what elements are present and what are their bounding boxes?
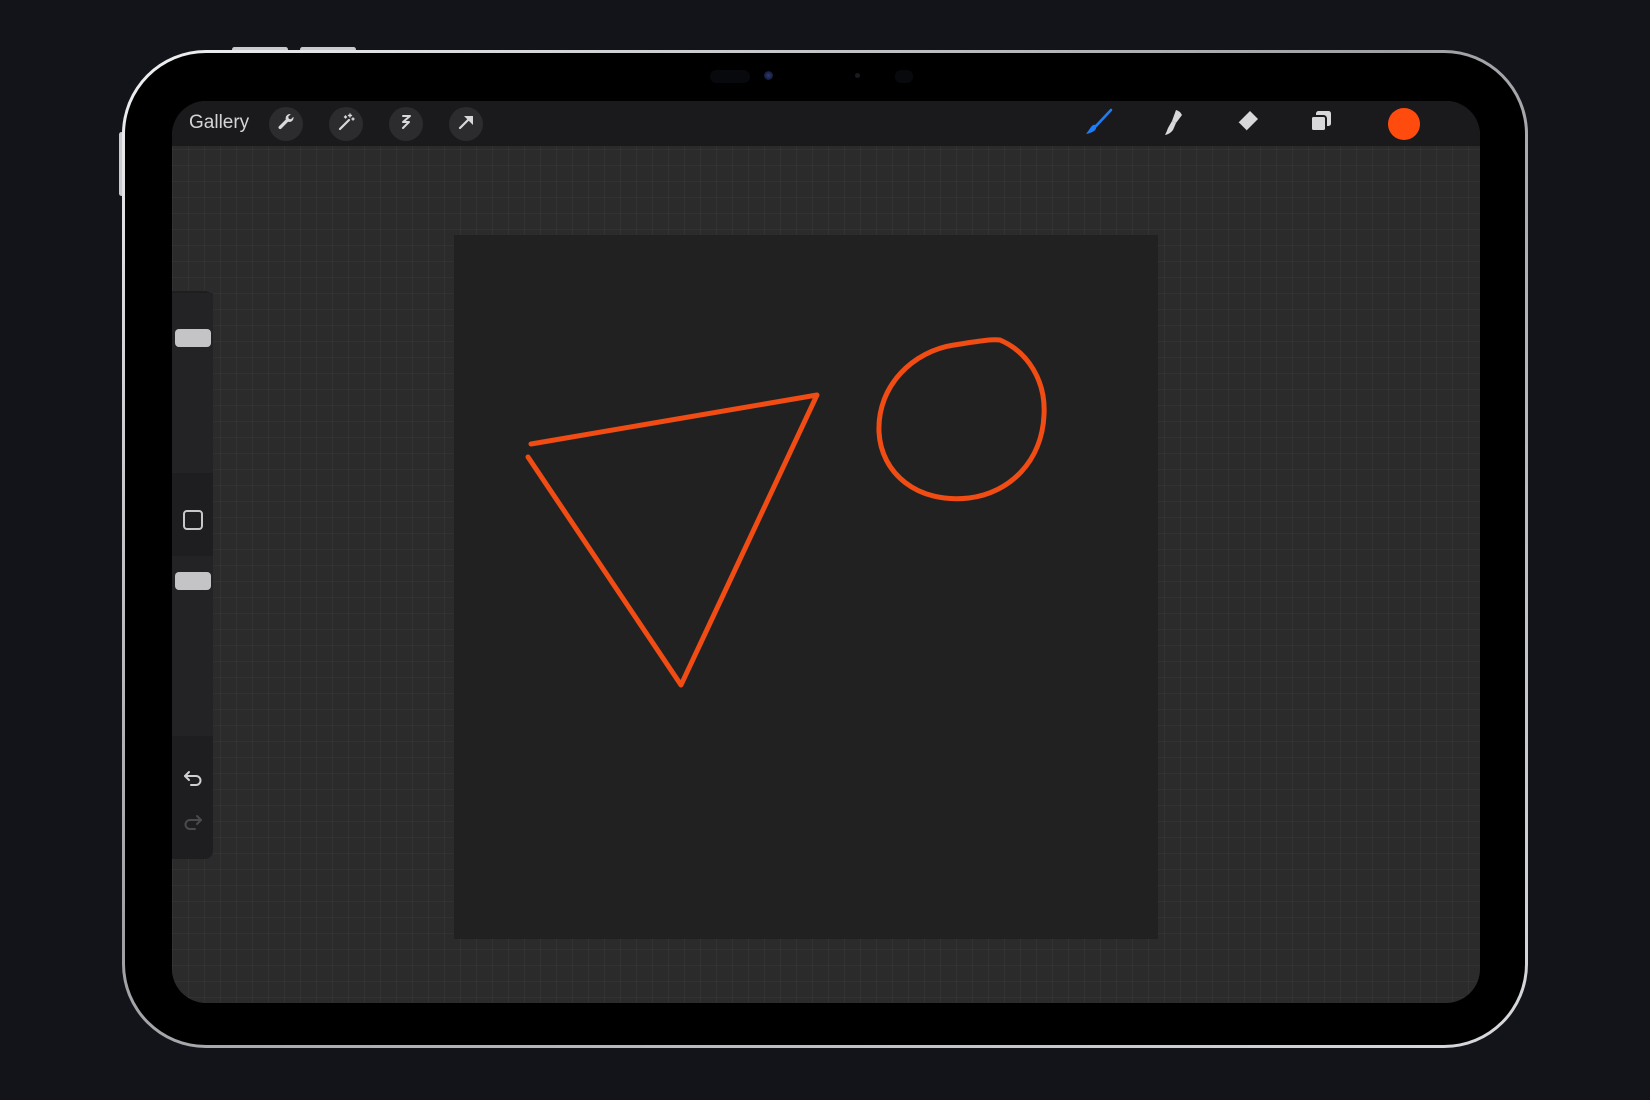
paint-tool-button[interactable] <box>1082 107 1116 141</box>
selection-icon <box>396 112 416 137</box>
wrench-icon <box>276 112 296 137</box>
redo-button[interactable] <box>180 811 206 837</box>
drawing-canvas[interactable] <box>454 235 1158 939</box>
brush-opacity-thumb[interactable] <box>175 572 211 590</box>
artwork <box>525 337 1047 688</box>
smudge-icon <box>1158 107 1188 142</box>
transform-button[interactable] <box>449 107 483 141</box>
triangle-stroke <box>525 392 820 688</box>
brush-size-slider[interactable] <box>172 293 213 473</box>
erase-tool-button[interactable] <box>1230 107 1264 141</box>
undo-button[interactable] <box>180 767 206 793</box>
magic-wand-icon <box>336 112 356 137</box>
actions-button[interactable] <box>269 107 303 141</box>
stage: Gallery <box>0 0 1650 1100</box>
layers-icon <box>1306 107 1336 142</box>
circle-stroke <box>876 337 1047 502</box>
camera-array <box>710 68 940 84</box>
redo-icon <box>182 811 204 838</box>
selection-button[interactable] <box>389 107 423 141</box>
sidebar <box>172 291 213 859</box>
ir-sensor <box>895 70 913 83</box>
gallery-button[interactable]: Gallery <box>189 111 249 135</box>
brush-icon <box>1084 107 1114 142</box>
top-toolbar: Gallery <box>172 101 1480 146</box>
ambient-sensor <box>855 73 860 78</box>
undo-icon <box>182 767 204 794</box>
adjustments-button[interactable] <box>329 107 363 141</box>
app-screen: Gallery <box>172 101 1480 1003</box>
brush-size-thumb[interactable] <box>175 329 211 347</box>
arrow-cursor-icon <box>456 112 476 137</box>
camera-module <box>710 70 750 83</box>
tablet-bezel: Gallery <box>125 53 1525 1045</box>
eraser-icon <box>1232 107 1262 142</box>
color-picker-button[interactable] <box>1388 108 1420 140</box>
smudge-tool-button[interactable] <box>1156 107 1190 141</box>
camera-lens <box>764 71 773 80</box>
tablet-device: Gallery <box>122 50 1528 1048</box>
layers-button[interactable] <box>1304 107 1338 141</box>
modify-button[interactable] <box>183 510 203 530</box>
